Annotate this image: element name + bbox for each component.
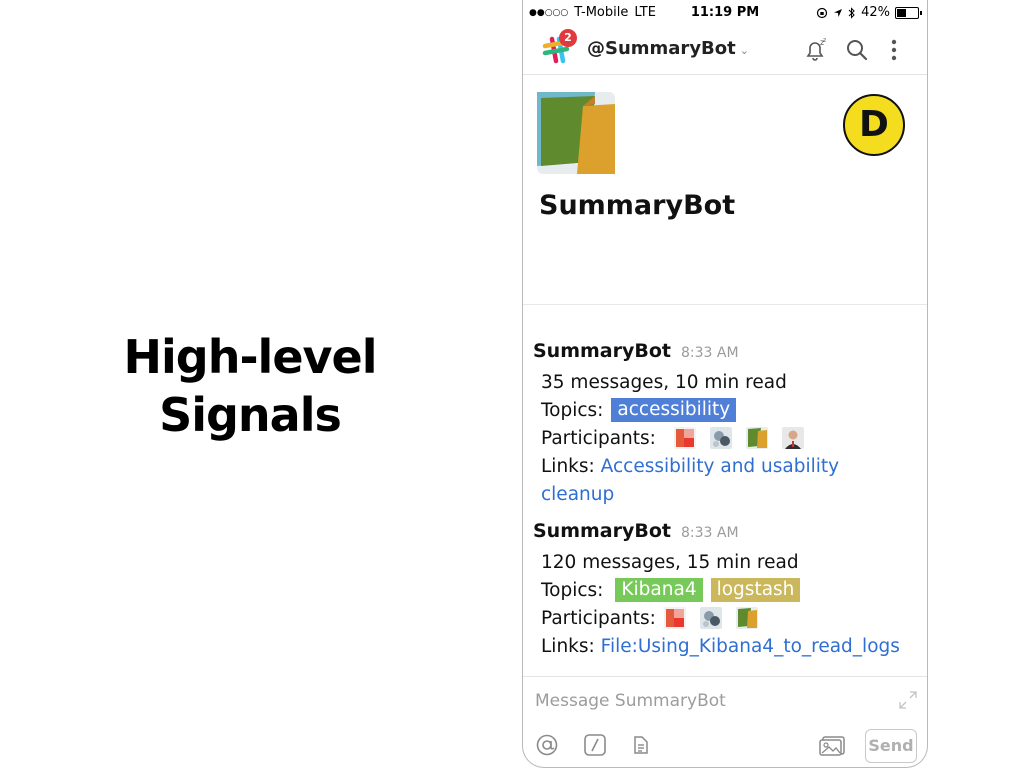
snooze-bell-icon[interactable]: z z [801, 36, 829, 64]
message-input-target: SummaryBot [614, 691, 726, 711]
link-accessibility-usability-cleanup[interactable]: Accessibility and usability [601, 456, 839, 477]
participants-label: Participants: [541, 607, 656, 629]
message-author[interactable]: SummaryBot [533, 340, 671, 362]
participants-row: Participants: [533, 424, 923, 452]
rotation-lock-icon [816, 7, 828, 18]
slash-command-icon[interactable] [583, 733, 607, 757]
topics-row: Topics: Kibana4 logstash [533, 576, 923, 604]
divider [523, 304, 927, 305]
svg-text:z: z [823, 37, 826, 44]
notification-badge: 2 [559, 29, 577, 47]
app-bar: 2 @SummaryBot ⌄ z z [523, 26, 927, 75]
location-icon [834, 8, 843, 17]
link-kibana4-file[interactable]: File:Using_Kibana4_to_read_logs [601, 636, 900, 657]
participant-avatar[interactable] [781, 427, 804, 449]
message-1: SummaryBot 8:33 AM 35 messages, 10 min re… [533, 340, 923, 508]
participant-avatar[interactable] [699, 607, 722, 629]
topics-row: Topics: accessibility [533, 396, 923, 424]
slide-title: High-level Signals [60, 328, 440, 444]
message-2: SummaryBot 8:33 AM 120 messages, 15 min r… [533, 520, 923, 660]
message-input-placeholder: Message [535, 691, 610, 711]
topic-tag-logstash[interactable]: logstash [710, 578, 801, 602]
battery-icon [895, 6, 922, 19]
message-time: 8:33 AM [681, 525, 739, 541]
participants-row: Participants: [533, 604, 923, 632]
send-button[interactable]: Send [865, 729, 917, 763]
message-summary: 120 messages, 15 min read [541, 551, 799, 573]
topic-tag-kibana4[interactable]: Kibana4 [615, 578, 703, 602]
expand-icon[interactable] [899, 691, 917, 709]
message-input[interactable]: Message SummaryBot [535, 691, 726, 711]
topic-tag-accessibility[interactable]: accessibility [611, 398, 737, 422]
links-label: Links: [541, 455, 595, 477]
bot-name-heading: SummaryBot [539, 190, 736, 221]
status-bar: ●●○○○ T-Mobile LTE 11:19 PM 42% [523, 0, 927, 26]
summarybot-logo [537, 92, 615, 174]
message-composer: Message SummaryBot Send [523, 676, 927, 767]
link-continuation-text[interactable]: cleanup [541, 484, 614, 505]
channel-name[interactable]: @SummaryBot [587, 38, 736, 59]
participant-avatar[interactable] [673, 427, 696, 449]
photo-upload-icon[interactable] [819, 733, 847, 757]
links-row: Links: Accessibility and usability [533, 452, 923, 480]
message-summary: 35 messages, 10 min read [541, 371, 787, 393]
participant-avatar[interactable] [735, 607, 758, 629]
slide-title-line-1: High-level [123, 330, 378, 384]
slide-title-line-2: Signals [159, 388, 342, 442]
user-avatar[interactable]: D [843, 94, 905, 156]
links-row: Links: File:Using_Kibana4_to_read_logs [533, 632, 923, 660]
participant-avatar[interactable] [745, 427, 768, 449]
participant-avatar[interactable] [663, 607, 686, 629]
channel-title[interactable]: @SummaryBot ⌄ [587, 38, 749, 59]
bluetooth-icon [848, 6, 855, 19]
topics-label: Topics: [541, 579, 604, 601]
snippet-icon[interactable] [629, 733, 653, 757]
at-mention-icon[interactable] [535, 733, 559, 757]
topics-label: Topics: [541, 399, 604, 421]
more-vertical-icon[interactable] [880, 36, 908, 64]
message-author[interactable]: SummaryBot [533, 520, 671, 542]
links-label: Links: [541, 635, 595, 657]
phone-screen: ●●○○○ T-Mobile LTE 11:19 PM 42% 2 @Summa… [522, 0, 928, 768]
search-icon[interactable] [843, 36, 871, 64]
participants-label: Participants: [541, 427, 656, 449]
link-continuation: cleanup [533, 480, 923, 508]
chevron-down-icon[interactable]: ⌄ [740, 44, 749, 57]
message-time: 8:33 AM [681, 345, 739, 361]
participant-avatar[interactable] [709, 427, 732, 449]
battery-percent: 42% [861, 5, 890, 20]
